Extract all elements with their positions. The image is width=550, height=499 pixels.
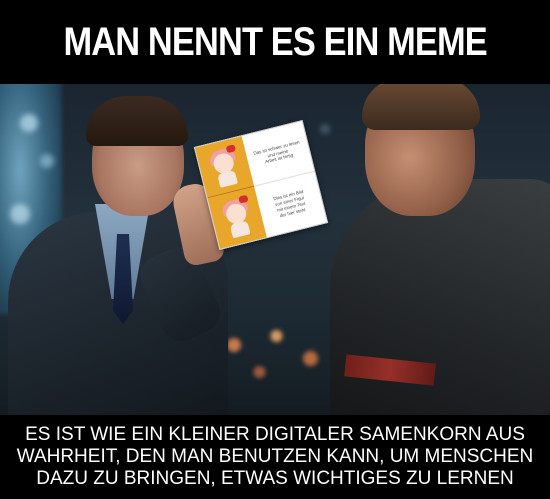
bokeh-light (10, 204, 30, 224)
inner-meme-card: Das ist schwer zu lesen und meine Arbeit… (193, 120, 329, 250)
man-right-jacket (330, 179, 550, 415)
movie-scene: Das ist schwer zu lesen und meine Arbeit… (0, 84, 550, 415)
bokeh-light (40, 154, 54, 168)
man-left-hair (86, 96, 188, 146)
bottom-caption: ES IST WIE EIN KLEINER DIGITALER SAMENKO… (16, 424, 534, 489)
meme-image: MAN NENNT ES EIN MEME Das ist schwer zu … (0, 0, 550, 499)
man-right-hair (362, 84, 480, 130)
bokeh-light (20, 114, 38, 132)
bottom-banner: ES IST WIE EIN KLEINER DIGITALER SAMENKO… (0, 415, 550, 499)
top-banner: MAN NENNT ES EIN MEME (0, 0, 550, 84)
top-caption: MAN NENNT ES EIN MEME (63, 19, 487, 64)
bokeh-light (320, 124, 330, 134)
anime-girl-icon (204, 143, 245, 191)
anime-girl-icon (217, 194, 258, 241)
